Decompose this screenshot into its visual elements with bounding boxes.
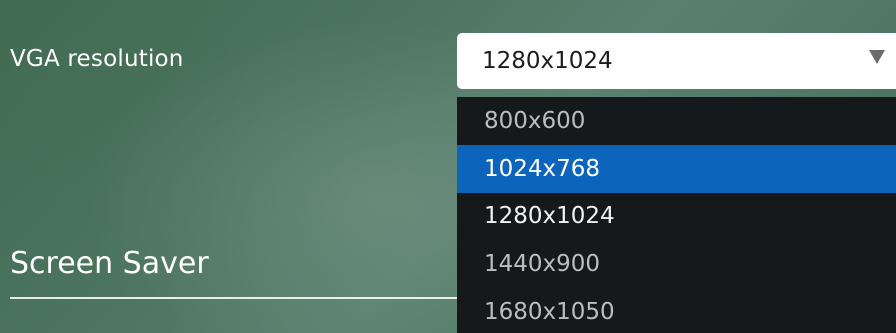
resolution-option-1680x1050[interactable]: 1680x1050 xyxy=(457,288,896,333)
resolution-option-800x600[interactable]: 800x600 xyxy=(457,97,896,145)
resolution-option-1024x768[interactable]: 1024x768 xyxy=(457,145,896,193)
vga-resolution-label: VGA resolution xyxy=(10,46,184,72)
vga-resolution-dropdown-list[interactable]: 800x600 1024x768 1280x1024 1440x900 1680… xyxy=(457,97,896,333)
resolution-option-1440x900[interactable]: 1440x900 xyxy=(457,240,896,288)
vga-resolution-selected-value: 1280x1024 xyxy=(482,48,613,74)
chevron-down-icon[interactable] xyxy=(869,50,885,64)
vga-resolution-select[interactable]: 1280x1024 xyxy=(457,33,896,89)
screen-saver-divider xyxy=(10,297,457,299)
screen-saver-heading: Screen Saver xyxy=(10,246,209,281)
resolution-option-1280x1024[interactable]: 1280x1024 xyxy=(457,192,896,240)
